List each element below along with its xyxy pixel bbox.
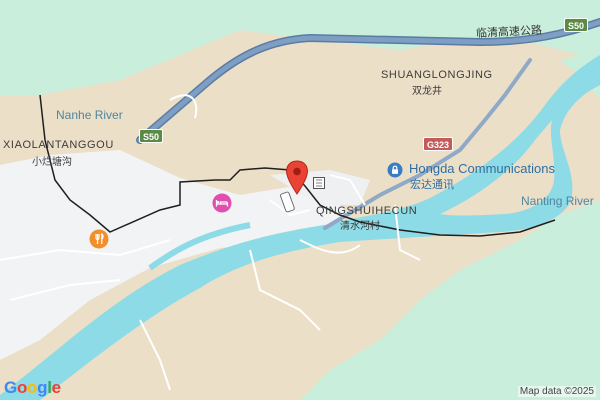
- place-label-shuanglongjing[interactable]: SHUANGLONGJING: [381, 69, 493, 81]
- lock-icon[interactable]: [387, 162, 403, 183]
- poi-label-hongda[interactable]: Hongda Communications: [409, 161, 555, 176]
- place-label-qingshuihecun[interactable]: QINGSHUIHECUN: [316, 205, 417, 217]
- road-shield-g323: G323: [423, 137, 454, 151]
- highway-shield-s50-east: S50: [564, 18, 589, 32]
- river-label-nanhe: Nanhe River: [56, 108, 123, 122]
- place-label-qingshuihecun-cn: 清水河村: [340, 221, 380, 232]
- building-icon: [313, 177, 325, 189]
- google-logo: Google: [4, 378, 61, 397]
- place-label-xiaolantanggou[interactable]: XIAOLANTANGGOU: [3, 139, 114, 151]
- building-glyph-label: [312, 176, 326, 193]
- river-label-nanting: Nanting River: [521, 194, 594, 208]
- map-attribution[interactable]: Map data ©2025: [517, 386, 596, 397]
- place-label-xiaolantanggou-cn: 小烂塘沟: [32, 157, 72, 168]
- poi-label-hongda-cn: 宏达通讯: [410, 179, 454, 191]
- place-label-shuanglongjing-cn: 双龙井: [412, 86, 442, 97]
- highway-shield-s50-west: S50: [139, 129, 164, 143]
- fork-knife-icon[interactable]: [89, 229, 109, 254]
- map-canvas[interactable]: S50 S50 G323 临清高速公路 SHUANGLONGJING 双龙井 X…: [0, 0, 600, 400]
- bed-icon[interactable]: [212, 193, 232, 218]
